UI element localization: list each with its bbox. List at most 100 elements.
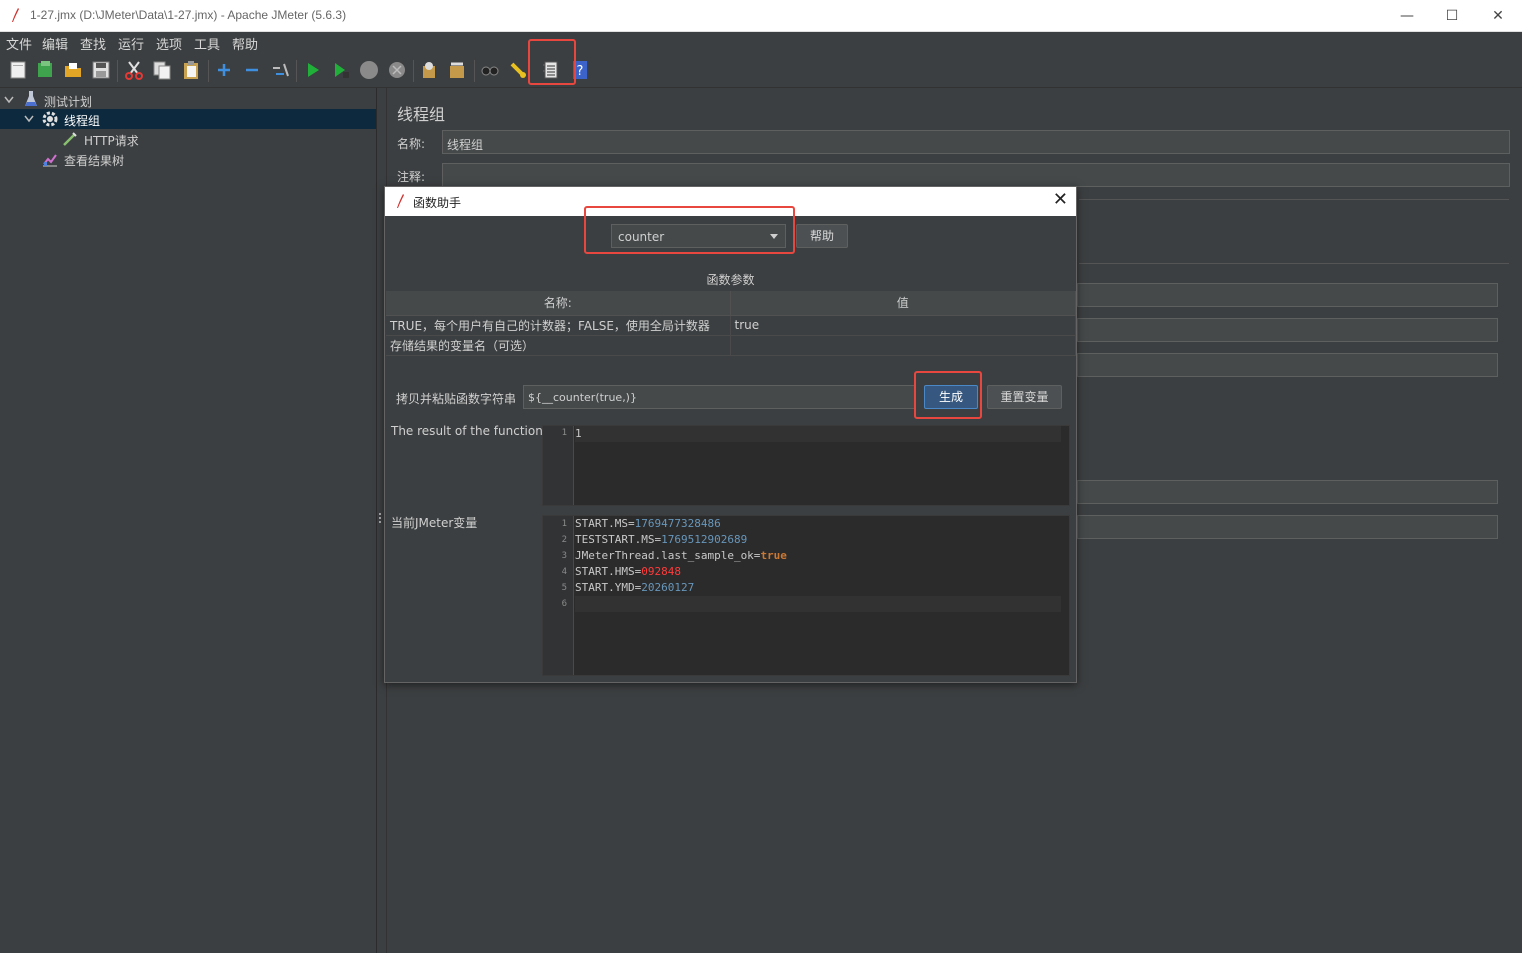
help-button[interactable]: 帮助 bbox=[796, 224, 848, 248]
line-number: 2 bbox=[561, 535, 567, 545]
line-number: 3 bbox=[561, 551, 567, 561]
search-icon[interactable] bbox=[480, 60, 500, 80]
expand-icon[interactable] bbox=[214, 60, 234, 80]
param-name-cell: TRUE，每个用户有自己的计数器；FALSE，使用全局计数器 bbox=[386, 315, 731, 336]
column-header-value[interactable]: 值 bbox=[730, 291, 1076, 316]
minimize-button[interactable]: — bbox=[1392, 4, 1422, 28]
line-number: 6 bbox=[561, 599, 567, 609]
function-string-value: ${__counter(true,)} bbox=[528, 391, 637, 404]
start-icon[interactable] bbox=[303, 60, 323, 80]
test-plan-flask-icon bbox=[25, 91, 37, 106]
line-number: 5 bbox=[561, 583, 567, 593]
comment-field[interactable] bbox=[442, 163, 1510, 187]
gear-icon bbox=[42, 111, 58, 127]
count-field[interactable] bbox=[1077, 353, 1498, 377]
var-line: START.MS=1769477328486 bbox=[575, 517, 721, 530]
tree-node-label: HTTP请求 bbox=[84, 134, 139, 148]
function-helper-highlight bbox=[528, 39, 576, 85]
templates-icon[interactable] bbox=[35, 60, 55, 80]
shutdown-icon[interactable] bbox=[387, 60, 407, 80]
var-line: TESTSTART.MS=1769512902689 bbox=[575, 533, 748, 546]
delay-field[interactable] bbox=[1077, 515, 1498, 539]
tree-node-label: 线程组 bbox=[64, 114, 101, 128]
clear-icon[interactable] bbox=[419, 60, 439, 80]
toolbar: ? bbox=[0, 39, 1522, 88]
copy-icon[interactable] bbox=[152, 60, 172, 80]
copy-label: 拷贝并粘贴函数字符串 bbox=[396, 392, 517, 406]
stop-icon[interactable] bbox=[359, 60, 379, 80]
tree-node-thread-group[interactable]: 线程组 bbox=[0, 109, 376, 129]
open-icon[interactable] bbox=[63, 60, 83, 80]
new-icon[interactable] bbox=[8, 60, 28, 80]
param-value-cell[interactable] bbox=[730, 335, 1076, 356]
close-icon[interactable]: ✕ bbox=[1053, 190, 1068, 210]
name-label: 名称: bbox=[397, 137, 426, 151]
menu-options[interactable]: 选项 bbox=[156, 34, 182, 53]
result-label: The result of the function is bbox=[391, 424, 557, 438]
tree-node-test-plan[interactable]: 测试计划 bbox=[0, 90, 376, 110]
name-field-value: 线程组 bbox=[447, 138, 484, 152]
toolbar-separator bbox=[474, 60, 475, 82]
jmeter-feather-icon bbox=[12, 8, 19, 22]
comment-label: 注释: bbox=[397, 170, 426, 184]
table-row[interactable]: 存储结果的变量名（可选） bbox=[386, 335, 1076, 356]
params-table: 名称: 值 TRUE，每个用户有自己的计数器；FALSE，使用全局计数器 tru… bbox=[386, 291, 1076, 356]
start-no-pause-icon[interactable] bbox=[331, 60, 351, 80]
collapse-icon[interactable] bbox=[242, 60, 262, 80]
paste-icon[interactable] bbox=[181, 60, 201, 80]
maximize-button[interactable]: ☐ bbox=[1437, 4, 1467, 28]
menu-file[interactable]: 文件 bbox=[6, 34, 32, 53]
var-line: JMeterThread.last_sample_ok=true bbox=[575, 549, 787, 562]
clear-all-icon[interactable] bbox=[447, 60, 467, 80]
reset-variables-button[interactable]: 重置变量 bbox=[987, 385, 1062, 409]
menu-help[interactable]: 帮助 bbox=[232, 34, 258, 53]
chevron-down-icon[interactable] bbox=[4, 96, 14, 104]
tree-node-result-tree[interactable]: 查看结果树 bbox=[0, 149, 376, 169]
vars-label: 当前JMeter变量 bbox=[391, 516, 478, 530]
save-icon[interactable] bbox=[91, 60, 111, 80]
menu-tools[interactable]: 工具 bbox=[194, 34, 220, 53]
current-line bbox=[575, 426, 1061, 442]
table-row[interactable]: TRUE，每个用户有自己的计数器；FALSE，使用全局计数器 true bbox=[386, 315, 1076, 336]
pipette-icon bbox=[63, 132, 77, 146]
svg-text:?: ? bbox=[577, 64, 584, 79]
reset-search-icon[interactable] bbox=[508, 60, 528, 80]
function-select-highlight bbox=[584, 206, 795, 254]
line-number: 1 bbox=[561, 519, 567, 529]
var-line: START.YMD=20260127 bbox=[575, 581, 695, 594]
ramp-field[interactable] bbox=[1077, 283, 1498, 307]
param-name-cell: 存储结果的变量名（可选） bbox=[386, 335, 731, 356]
dialog-title: 函数助手 bbox=[413, 196, 462, 210]
function-helper-dialog: 函数助手 ✕ counter 帮助 函数参数 名称: 值 TRUE，每个用户有自… bbox=[384, 186, 1077, 683]
name-field[interactable]: 线程组 bbox=[442, 130, 1510, 154]
tree-node-label: 查看结果树 bbox=[64, 154, 125, 168]
menu-bar: 文件 编辑 查找 运行 选项 工具 帮助 bbox=[0, 32, 1522, 53]
chevron-down-icon[interactable] bbox=[24, 115, 34, 123]
result-line: 1 bbox=[575, 427, 582, 440]
tree-node-label: 测试计划 bbox=[44, 95, 93, 109]
tree-node-http-request[interactable]: HTTP请求 bbox=[0, 129, 376, 149]
current-line bbox=[575, 596, 1061, 612]
loop-field[interactable] bbox=[1077, 318, 1498, 342]
toggle-icon[interactable] bbox=[270, 60, 290, 80]
chart-icon bbox=[43, 154, 57, 167]
duration-field[interactable] bbox=[1077, 480, 1498, 504]
menu-search[interactable]: 查找 bbox=[80, 34, 106, 53]
param-value-cell[interactable]: true bbox=[730, 315, 1076, 336]
function-string-field[interactable]: ${__counter(true,)} bbox=[523, 385, 915, 409]
column-header-name[interactable]: 名称: bbox=[386, 291, 731, 316]
result-editor[interactable]: 1 1 bbox=[542, 425, 1070, 506]
toolbar-separator bbox=[296, 60, 297, 82]
window-title-bar: 1-27.jmx (D:\JMeter\Data\1-27.jmx) - Apa… bbox=[0, 0, 1522, 32]
close-window-button[interactable]: ✕ bbox=[1483, 4, 1513, 28]
variables-editor[interactable]: 1 START.MS=1769477328486 2 TESTSTART.MS=… bbox=[542, 515, 1070, 676]
toolbar-separator bbox=[413, 60, 414, 82]
menu-run[interactable]: 运行 bbox=[118, 34, 144, 53]
split-handle[interactable] bbox=[378, 512, 382, 526]
generate-highlight bbox=[914, 371, 982, 419]
toolbar-separator bbox=[117, 60, 118, 82]
menu-edit[interactable]: 编辑 bbox=[42, 34, 68, 53]
cut-icon[interactable] bbox=[124, 60, 144, 80]
divider bbox=[1079, 199, 1509, 200]
window-title: 1-27.jmx (D:\JMeter\Data\1-27.jmx) - Apa… bbox=[30, 8, 347, 22]
